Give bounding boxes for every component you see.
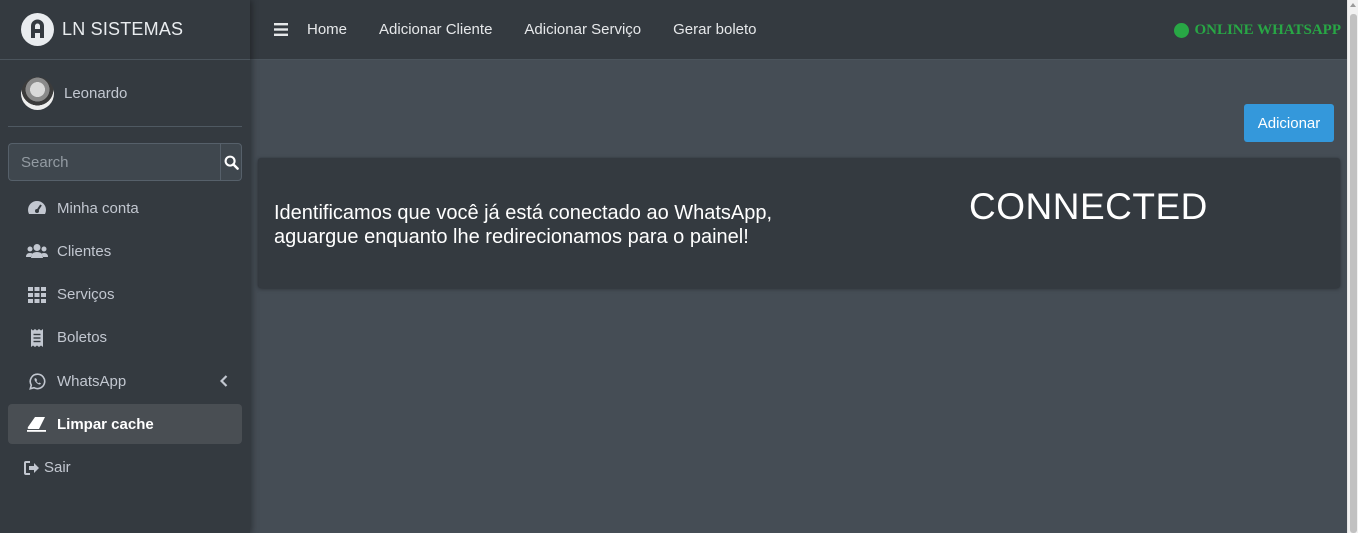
user-name[interactable]: Leonardo [64,85,127,102]
sidebar-item-minha-conta[interactable]: Minha conta [8,188,242,228]
grid-icon [26,286,48,304]
sidebar-item-label: Limpar cache [57,415,154,433]
sidebar: LN SISTEMAS Leonardo Minha conta Cliente… [0,0,250,533]
hamburger-icon [274,23,288,36]
search-icon [224,155,239,170]
sidebar-item-limpar-cache[interactable]: Limpar cache [8,404,242,445]
users-icon [26,242,48,260]
status-dot-icon [1174,23,1190,38]
sidebar-item-servicos[interactable]: Serviços [8,275,242,315]
avatar [21,76,54,110]
connection-card: Identificamos que você já está conectado… [258,158,1340,288]
connection-message-line-1: Identificamos que você já está conectado… [274,202,773,224]
eraser-icon [26,415,48,433]
sidebar-nav: Minha conta Clientes Serviços Boletos Wh… [8,188,242,491]
nav-link-home[interactable]: Home [307,21,347,38]
whatsapp-icon [26,372,48,390]
scrollbar-thumb[interactable] [1350,14,1357,533]
sidebar-item-label: Boletos [57,329,108,347]
whatsapp-status-text: ONLINE WHATSAPP [1194,22,1341,38]
whatsapp-status: ONLINE WHATSAPP [1174,22,1341,39]
sidebar-item-sair[interactable]: Sair [8,448,242,488]
chevron-left-icon [219,374,228,391]
sidebar-item-whatsapp[interactable]: WhatsApp [8,361,242,401]
sidebar-search [8,143,242,181]
brand-logo-icon [21,13,54,46]
nav-link-adicionar-cliente[interactable]: Adicionar Cliente [379,21,492,38]
nav-link-adicionar-servico[interactable]: Adicionar Serviço [524,21,641,38]
sidebar-item-label: Serviços [57,286,115,304]
connection-message-line-2: aguargue enquanto lhe redirecionamos par… [274,226,749,248]
top-navbar: Home Adicionar Cliente Adicionar Serviço… [250,0,1347,60]
sidebar-item-label: WhatsApp [57,372,127,390]
sidebar-item-clientes[interactable]: Clientes [8,231,242,271]
sidebar-item-label: Minha conta [57,199,139,217]
tachometer-icon [26,199,48,217]
connection-status: CONNECTED [969,186,1208,227]
connection-message: Identificamos que você já está conectado… [274,201,794,249]
nav-link-gerar-boleto[interactable]: Gerar boleto [673,21,756,38]
search-button[interactable] [220,143,242,181]
sidebar-item-boletos[interactable]: Boletos [8,318,242,358]
sign-out-icon [23,459,41,477]
user-panel[interactable]: Leonardo [8,60,242,127]
brand-name: LN SISTEMAS [62,19,184,39]
sidebar-item-label: Sair [44,459,71,477]
search-input[interactable] [8,143,220,181]
add-button[interactable]: Adicionar [1244,104,1334,142]
scroll-up-arrow-icon[interactable] [1350,3,1356,7]
vertical-scrollbar[interactable] [1347,0,1358,533]
menu-toggle-button[interactable] [263,0,307,60]
brand-link[interactable]: LN SISTEMAS [0,0,250,60]
sidebar-item-label: Clientes [57,242,112,260]
receipt-icon [26,328,48,347]
